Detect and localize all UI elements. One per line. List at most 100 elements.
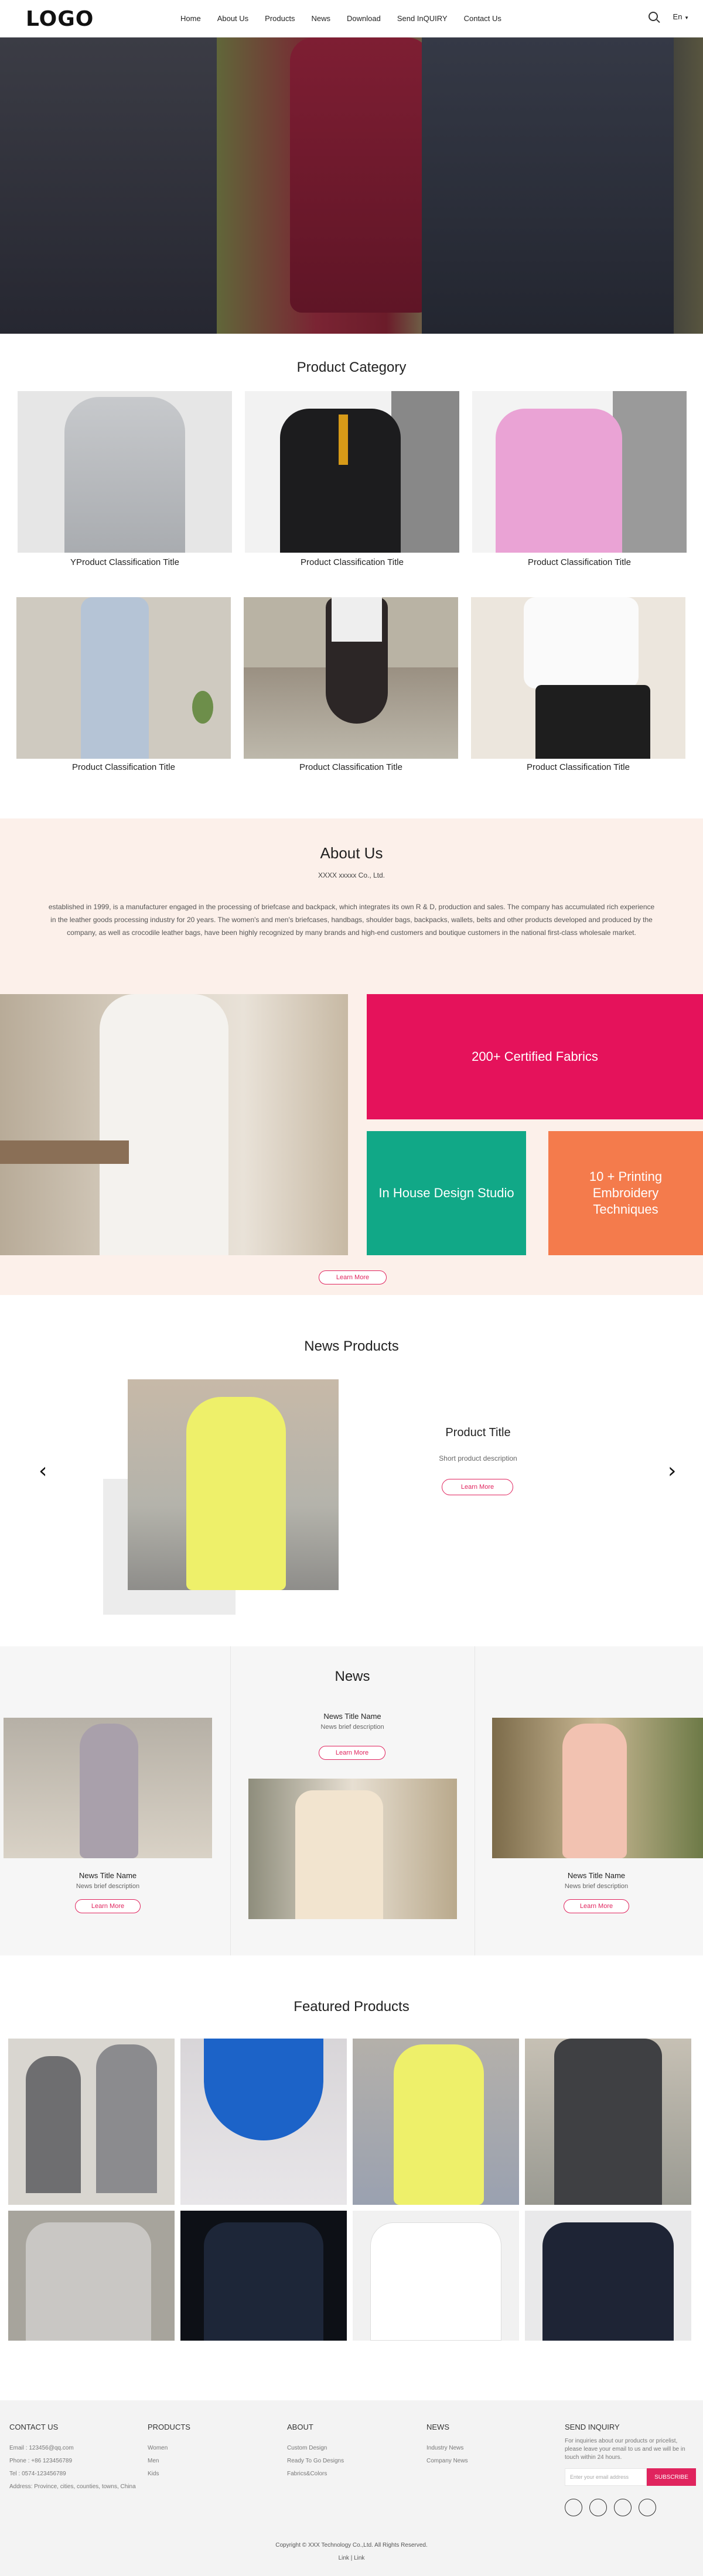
social-icon[interactable] [565, 2499, 582, 2516]
footer-inquiry-text: For inquiries about our products or pric… [565, 2438, 685, 2461]
news-image[interactable] [492, 1718, 703, 1858]
nav-download[interactable]: Download [339, 14, 389, 23]
news-section: News Title Name News brief description L… [0, 1646, 703, 1955]
category-label[interactable]: YProduct Classification Title [18, 557, 232, 567]
news-description: News brief description [564, 1883, 629, 1890]
footer-contact-heading: CONTACT US [9, 2423, 59, 2431]
hero-person-center [290, 37, 431, 313]
featured-product-image[interactable] [180, 2039, 347, 2205]
category-label[interactable]: Product Classification Title [16, 762, 231, 772]
footer-news-heading: NEWS [426, 2423, 449, 2431]
nav-news[interactable]: News [303, 14, 339, 23]
footer-link[interactable]: Ready To Go Designs [287, 2455, 344, 2468]
about-image [0, 994, 348, 1255]
featured-product-image[interactable] [525, 2039, 691, 2205]
tile-design-studio: In House Design Studio [367, 1131, 526, 1255]
header-tools: En ▼ [648, 12, 689, 21]
about-company: XXXX xxxxx Co., Ltd. [318, 871, 385, 879]
copyright: Copyright © XXX Technology Co.,Ltd. All … [275, 2542, 428, 2548]
about-text: established in 1999, is a manufacturer e… [48, 903, 655, 937]
footer-bottom-link[interactable]: Link [339, 2555, 349, 2561]
footer-news: NEWS Industry News Company News [426, 2423, 468, 2468]
news-product-image[interactable] [128, 1379, 339, 1590]
news-image[interactable] [4, 1718, 212, 1858]
news-title[interactable]: News Title Name [492, 1871, 701, 1880]
product-learn-more-button[interactable]: Learn More [442, 1479, 513, 1495]
category-image[interactable] [471, 597, 685, 759]
news-learn-more-button[interactable]: Learn More [319, 1746, 385, 1760]
about-learn-more-button[interactable]: Learn More [319, 1270, 387, 1284]
featured-product-image[interactable] [353, 2211, 519, 2341]
language-selector[interactable]: En ▼ [673, 12, 689, 21]
news-title[interactable]: News Title Name [230, 1712, 475, 1721]
carousel-next-arrow-icon[interactable]: › [668, 1459, 676, 1483]
search-icon[interactable] [648, 12, 658, 21]
social-icon[interactable] [589, 2499, 607, 2516]
chevron-down-icon: ▼ [684, 15, 689, 20]
footer-contact: CONTACT US Email : 123456@qq.com Phone :… [9, 2423, 136, 2493]
featured-product-image[interactable] [525, 2211, 691, 2341]
news-description: News brief description [76, 1883, 140, 1890]
news-description: News brief description [320, 1724, 384, 1731]
social-icon[interactable] [614, 2499, 632, 2516]
nav-products[interactable]: Products [257, 14, 303, 23]
hero-person-left [0, 37, 217, 334]
subscribe-button[interactable]: SUBSCRIBE [647, 2468, 696, 2486]
footer-products: PRODUCTS Women Men Kids [148, 2423, 190, 2481]
footer-link[interactable]: Women [148, 2442, 190, 2455]
nav-send-inquiry[interactable]: Send InQUIRY [389, 14, 456, 23]
main-nav: Home About Us Products News Download Sen… [172, 14, 510, 23]
category-label[interactable]: Product Classification Title [471, 762, 685, 772]
nav-about-us[interactable]: About Us [209, 14, 257, 23]
footer-link[interactable]: Kids [148, 2468, 190, 2481]
footer-address: Address: Province, cities, counties, tow… [9, 2483, 136, 2490]
category-image[interactable] [245, 391, 459, 553]
footer-tel: Tel : 0574-123456789 [9, 2471, 66, 2477]
footer-link[interactable]: Company News [426, 2455, 468, 2468]
category-image[interactable] [18, 391, 232, 553]
product-category-title: Product Category [296, 359, 407, 375]
category-image[interactable] [16, 597, 231, 759]
email-input[interactable]: Enter your email address [565, 2468, 647, 2486]
news-title[interactable]: News Title Name [4, 1871, 212, 1880]
logo[interactable]: LOGO [26, 7, 94, 31]
news-image[interactable] [248, 1779, 457, 1919]
footer-email[interactable]: Email : 123456@qq.com [9, 2442, 136, 2455]
social-icon[interactable] [639, 2499, 656, 2516]
footer-products-heading: PRODUCTS [148, 2423, 190, 2431]
category-label[interactable]: Product Classification Title [472, 557, 687, 567]
featured-products-title: Featured Products [294, 1999, 409, 2015]
about-section: About Us XXXX xxxxx Co., Ltd. establishe… [0, 818, 703, 1295]
footer-about-heading: ABOUT [287, 2423, 313, 2431]
footer-link[interactable]: Industry News [426, 2442, 468, 2455]
tile-certified-fabrics: 200+ Certified Fabrics [367, 994, 703, 1119]
page: LOGO Home About Us Products News Downloa… [0, 0, 703, 2576]
news-learn-more-button[interactable]: Learn More [75, 1899, 141, 1913]
hero-person-right [422, 37, 674, 334]
header: LOGO Home About Us Products News Downloa… [0, 0, 703, 37]
footer-inquiry: SEND INQUIRY For inquiries about our pro… [565, 2423, 694, 2462]
nav-contact-us[interactable]: Contact Us [456, 14, 510, 23]
footer-bottom-links: Link | Link [338, 2555, 365, 2561]
news-section-title: News [335, 1669, 370, 1684]
featured-product-image[interactable] [8, 2211, 175, 2341]
footer: CONTACT US Email : 123456@qq.com Phone :… [0, 2400, 703, 2576]
category-image[interactable] [472, 391, 687, 553]
category-image[interactable] [244, 597, 458, 759]
category-label[interactable]: Product Classification Title [245, 557, 459, 567]
footer-link[interactable]: Fabrics&Colors [287, 2468, 344, 2481]
featured-product-image[interactable] [8, 2039, 175, 2205]
carousel-prev-arrow-icon[interactable]: ‹ [39, 1459, 47, 1483]
featured-product-image[interactable] [180, 2211, 347, 2341]
nav-home[interactable]: Home [172, 14, 209, 23]
category-label[interactable]: Product Classification Title [244, 762, 458, 772]
hero-banner [0, 37, 703, 334]
footer-link[interactable]: Custom Design [287, 2442, 344, 2455]
footer-bottom-link[interactable]: Link [354, 2555, 364, 2561]
news-products-title: News Products [304, 1338, 399, 1354]
footer-link[interactable]: Men [148, 2455, 190, 2468]
footer-inquiry-heading: SEND INQUIRY [565, 2423, 620, 2431]
featured-product-image[interactable] [353, 2039, 519, 2205]
footer-about: ABOUT Custom Design Ready To Go Designs … [287, 2423, 344, 2481]
news-learn-more-button[interactable]: Learn More [564, 1899, 629, 1913]
